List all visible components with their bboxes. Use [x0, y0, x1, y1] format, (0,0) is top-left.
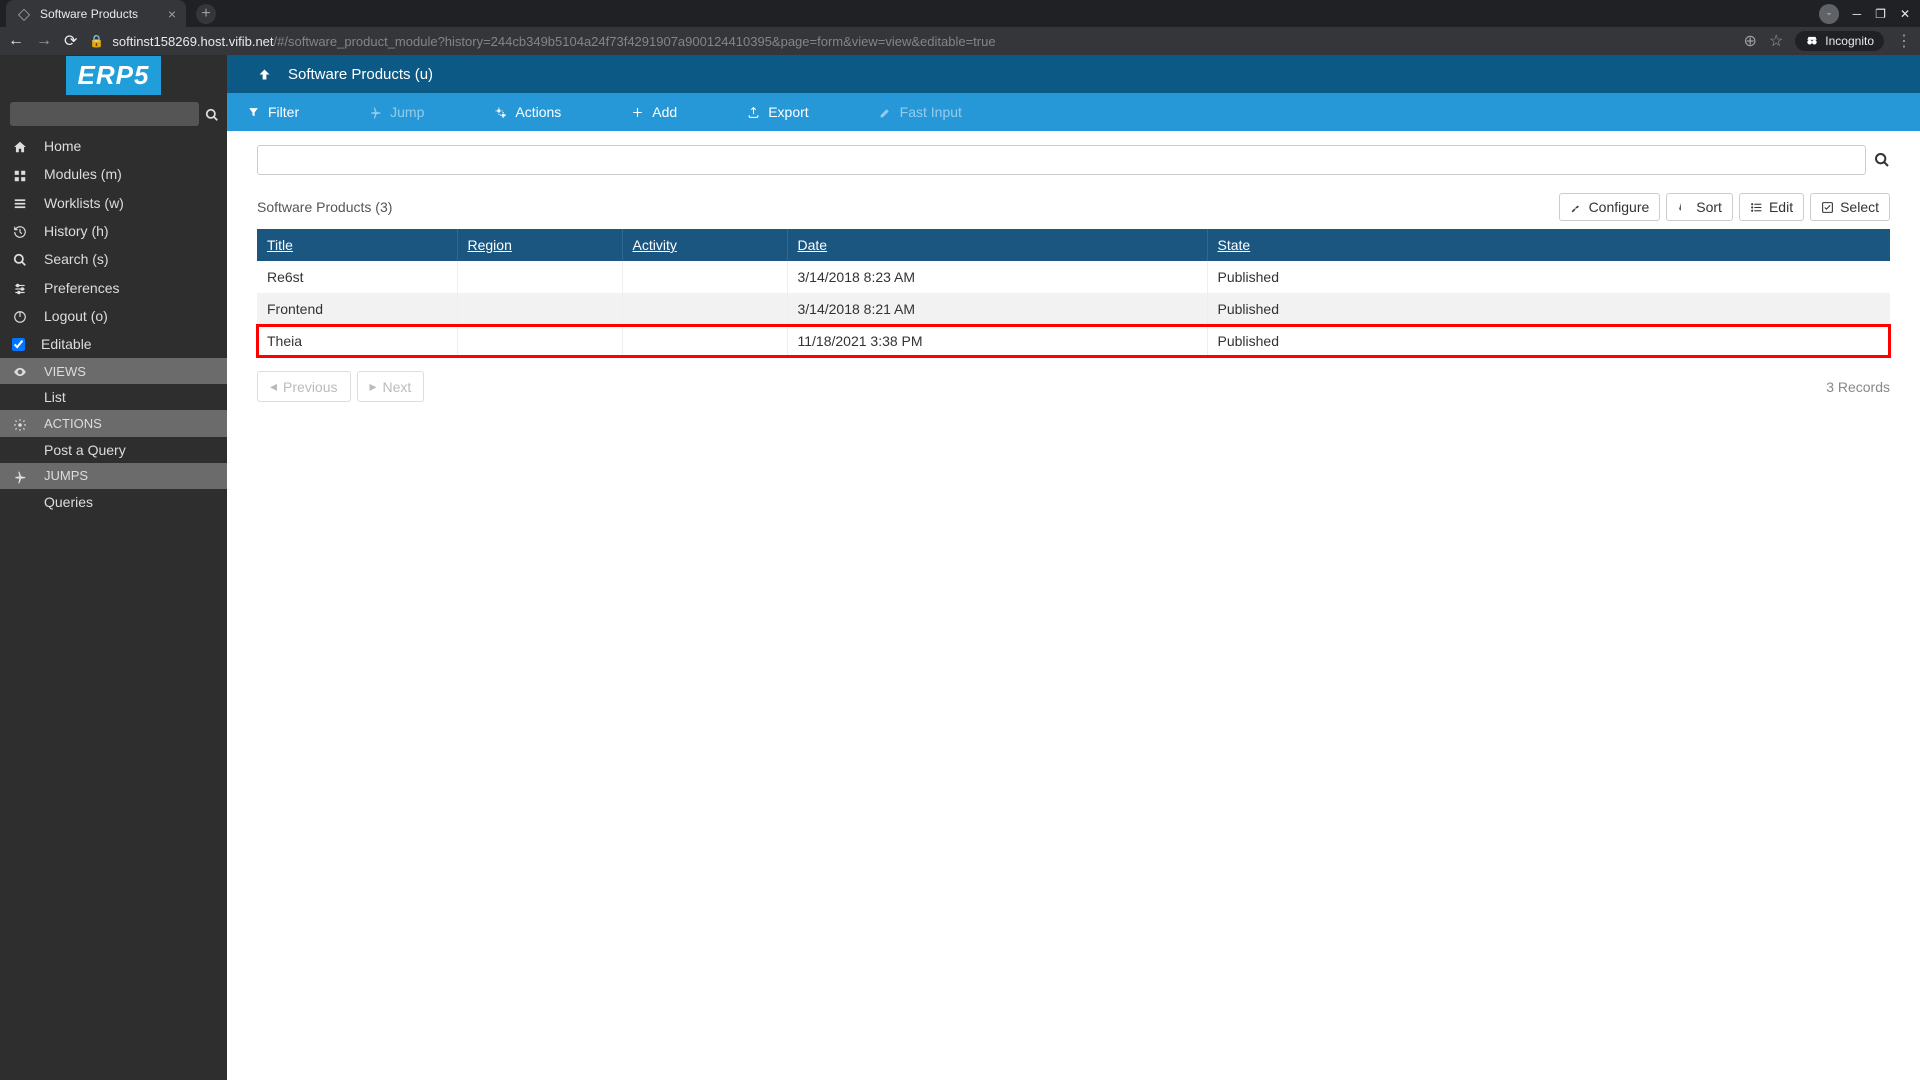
browser-url-bar: ← → ⟳ 🔒 softinst158269.host.vifib.net/#/…	[0, 27, 1920, 55]
sidebar-section-actions: ACTIONS	[0, 410, 227, 436]
column-date[interactable]: Date	[787, 229, 1207, 261]
close-window-icon[interactable]: ✕	[1900, 7, 1910, 21]
main-search-input[interactable]	[257, 145, 1866, 175]
record-count: 3 Records	[1826, 379, 1890, 395]
sidebar-item-history[interactable]: History (h)	[0, 217, 227, 245]
select-button[interactable]: Select	[1810, 193, 1890, 221]
forward-icon[interactable]: →	[36, 32, 52, 50]
toolbar-add[interactable]: Add	[631, 104, 677, 120]
table-row-highlighted[interactable]: Theia 11/18/2021 3:38 PM Published	[257, 325, 1890, 357]
gears-icon	[494, 106, 507, 119]
plane-icon	[12, 468, 28, 484]
zoom-icon[interactable]: ⊕	[1744, 31, 1757, 51]
tab-favicon-icon: ◇	[16, 6, 32, 22]
menu-icon[interactable]: ⋮	[1896, 31, 1912, 51]
column-state[interactable]: State	[1207, 229, 1890, 261]
export-icon	[747, 106, 760, 119]
sidebar-sub-post-query[interactable]: Post a Query	[0, 437, 227, 463]
toolbar-jump[interactable]: Jump	[369, 104, 424, 120]
sidebar-sub-list[interactable]: List	[0, 384, 227, 410]
main-search-icon[interactable]	[1874, 145, 1890, 175]
tab-title: Software Products	[40, 7, 160, 21]
sidebar-item-editable[interactable]: Editable	[0, 330, 227, 358]
column-region[interactable]: Region	[457, 229, 622, 261]
column-title[interactable]: Title	[257, 229, 457, 261]
sidebar-item-search[interactable]: Search (s)	[0, 245, 227, 273]
check-icon	[1821, 201, 1834, 214]
sidebar-search-input[interactable]	[10, 102, 199, 126]
previous-button[interactable]: ◂ Previous	[257, 371, 351, 402]
configure-button[interactable]: Configure	[1559, 193, 1661, 221]
sidebar-search-icon[interactable]	[205, 106, 219, 122]
preferences-icon	[12, 279, 28, 295]
list-icon	[1750, 201, 1763, 214]
caret-right-icon: ▸	[370, 378, 377, 395]
plus-icon	[631, 106, 644, 119]
sidebar-item-home[interactable]: Home	[0, 132, 227, 160]
toolbar-export[interactable]: Export	[747, 104, 808, 120]
sidebar: ERP5 Home Modules (m) Worklists (w) Hist…	[0, 55, 227, 1080]
incognito-badge[interactable]: Incognito	[1795, 31, 1884, 51]
toolbar-filter[interactable]: Filter	[247, 104, 299, 120]
minimize-icon[interactable]: ─	[1853, 7, 1862, 21]
sidebar-item-logout[interactable]: Logout (o)	[0, 302, 227, 330]
breadcrumb-text: Software Products (u)	[288, 66, 433, 83]
reload-icon[interactable]: ⟳	[64, 31, 77, 51]
sidebar-item-preferences[interactable]: Preferences	[0, 273, 227, 301]
sidebar-section-jumps: JUMPS	[0, 463, 227, 489]
sort-icon	[1677, 201, 1690, 214]
eye-icon	[12, 363, 28, 379]
wrench-icon	[1570, 201, 1583, 214]
editable-checkbox[interactable]	[12, 338, 25, 351]
history-icon	[12, 223, 28, 239]
tab-close-icon[interactable]: ×	[168, 6, 176, 22]
worklists-icon	[12, 195, 28, 211]
modules-icon	[12, 166, 28, 182]
logout-icon	[12, 308, 28, 324]
table-title: Software Products (3)	[257, 199, 392, 215]
pencil-icon	[879, 106, 892, 119]
breadcrumb-bar: Software Products (u)	[227, 55, 1920, 93]
bookmark-icon[interactable]: ☆	[1769, 31, 1783, 51]
lock-icon: 🔒	[89, 34, 104, 48]
search-icon	[12, 251, 28, 267]
browser-tab[interactable]: ◇ Software Products ×	[6, 0, 186, 27]
back-icon[interactable]: ←	[8, 32, 24, 50]
url-text: softinst158269.host.vifib.net/#/software…	[112, 34, 995, 49]
data-table: Title Region Activity Date State Re6st 3…	[257, 229, 1890, 357]
plane-icon	[369, 106, 382, 119]
toolbar-actions[interactable]: Actions	[494, 104, 561, 120]
sidebar-sub-queries[interactable]: Queries	[0, 489, 227, 515]
toolbar-fast-input[interactable]: Fast Input	[879, 104, 962, 120]
profile-avatar-icon[interactable]	[1819, 4, 1839, 24]
next-button[interactable]: ▸ Next	[357, 371, 425, 402]
table-row[interactable]: Re6st 3/14/2018 8:23 AM Published	[257, 261, 1890, 293]
browser-tab-bar: ◇ Software Products × + ─ ❐ ✕	[0, 0, 1920, 27]
sidebar-section-views: VIEWS	[0, 358, 227, 384]
filter-icon	[247, 106, 260, 119]
table-row[interactable]: Frontend 3/14/2018 8:21 AM Published	[257, 293, 1890, 325]
up-arrow-icon[interactable]	[257, 66, 272, 83]
home-icon	[12, 138, 28, 154]
url-field[interactable]: 🔒 softinst158269.host.vifib.net/#/softwa…	[89, 34, 1731, 49]
gears-icon	[12, 415, 28, 431]
new-tab-button[interactable]: +	[196, 4, 216, 24]
edit-button[interactable]: Edit	[1739, 193, 1804, 221]
main-content: Software Products (u) Filter Jump Action…	[227, 55, 1920, 1080]
sidebar-item-worklists[interactable]: Worklists (w)	[0, 189, 227, 217]
maximize-icon[interactable]: ❐	[1875, 7, 1886, 21]
sidebar-item-modules[interactable]: Modules (m)	[0, 160, 227, 188]
logo[interactable]: ERP5	[66, 56, 162, 95]
column-activity[interactable]: Activity	[622, 229, 787, 261]
incognito-icon	[1805, 34, 1819, 48]
toolbar: Filter Jump Actions Add Export Fast Inpu…	[227, 93, 1920, 131]
sort-button[interactable]: Sort	[1666, 193, 1733, 221]
caret-left-icon: ◂	[270, 378, 277, 395]
